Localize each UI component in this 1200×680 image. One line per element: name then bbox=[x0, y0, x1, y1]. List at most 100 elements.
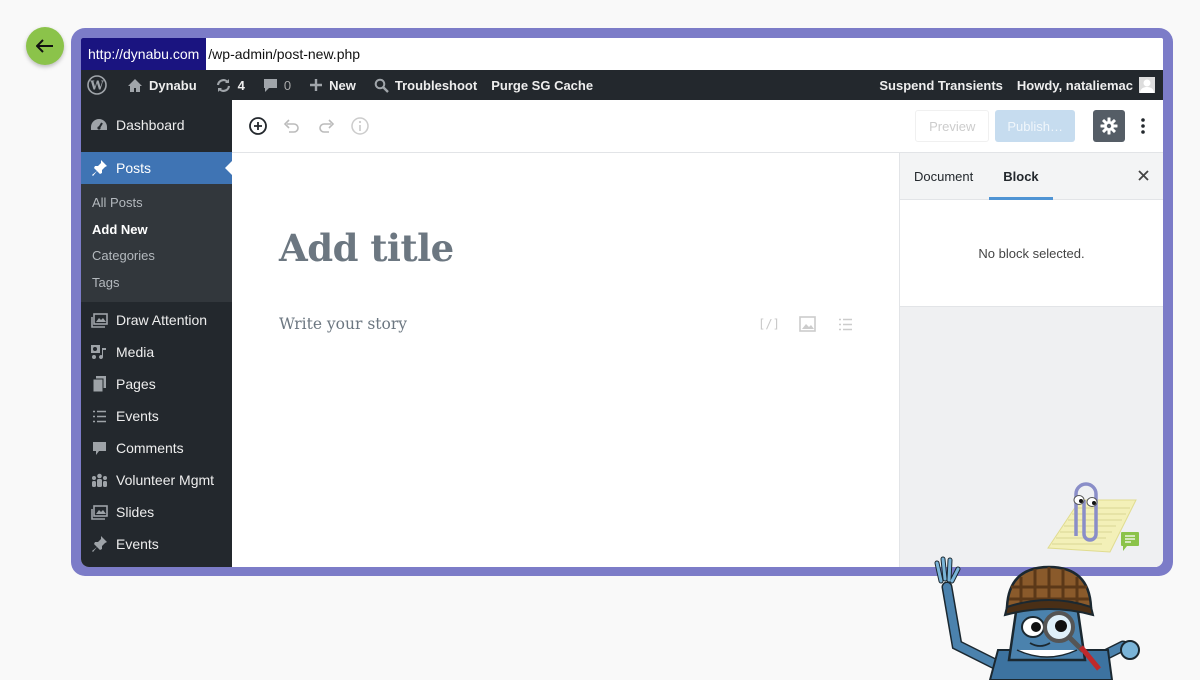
sidebar-item-media[interactable]: Media bbox=[81, 336, 232, 368]
close-sidebar-button[interactable] bbox=[1138, 166, 1149, 186]
tab-block[interactable]: Block bbox=[989, 153, 1053, 200]
sidebar-item-label: Comments bbox=[116, 440, 184, 456]
submenu-add-new[interactable]: Add New bbox=[81, 217, 232, 244]
wp-logo-menu[interactable]: W bbox=[81, 70, 114, 100]
editor-canvas: Add title Write your story [/] bbox=[232, 153, 899, 567]
publish-button[interactable]: Publish… bbox=[995, 110, 1075, 142]
sidebar-item-label: Pages bbox=[116, 376, 156, 392]
sidebar-item-label: Draw Attention bbox=[116, 312, 208, 328]
plus-icon bbox=[310, 79, 323, 91]
close-icon bbox=[1138, 170, 1149, 181]
block-editor: Preview Publish… Add title Write your st… bbox=[232, 100, 1163, 567]
sidebar-item-label: Slides bbox=[116, 504, 155, 520]
url-path: /wp-admin/post-new.php bbox=[208, 46, 361, 62]
back-button[interactable] bbox=[26, 27, 64, 65]
user-icon bbox=[1140, 79, 1154, 93]
troubleshoot-menu[interactable]: Troubleshoot bbox=[367, 70, 484, 100]
detective-robot-mascot-icon bbox=[934, 556, 1140, 680]
groups-icon bbox=[90, 473, 108, 488]
howdy-label: Howdy, nataliemac bbox=[1016, 77, 1133, 93]
submenu-all-posts[interactable]: All Posts bbox=[81, 190, 232, 217]
site-name: Dynabu bbox=[149, 77, 197, 93]
admin-bar: W Dynabu 4 0 New Troubleshoot Purge SG C… bbox=[81, 70, 1163, 100]
sidebar-item-posts[interactable]: Posts bbox=[81, 152, 232, 184]
more-vertical-icon bbox=[1141, 118, 1145, 134]
more-menu-button[interactable] bbox=[1131, 110, 1155, 142]
undo-button[interactable] bbox=[275, 109, 309, 143]
shortcode-icon: [/] bbox=[758, 317, 780, 331]
svg-text:W: W bbox=[89, 79, 104, 93]
pin-icon bbox=[90, 535, 108, 553]
redo-button[interactable] bbox=[309, 109, 343, 143]
site-name-menu[interactable]: Dynabu bbox=[120, 70, 204, 100]
no-block-message: No block selected. bbox=[978, 245, 1085, 261]
comment-icon bbox=[90, 441, 108, 456]
sidebar-item-comments[interactable]: Comments bbox=[81, 432, 232, 464]
posts-submenu: All Posts Add New Categories Tags bbox=[81, 184, 232, 302]
sidebar-item-events-2[interactable]: Events bbox=[81, 528, 232, 560]
images-icon bbox=[90, 312, 108, 328]
preview-button[interactable]: Preview bbox=[915, 110, 990, 142]
new-content-menu[interactable]: New bbox=[302, 70, 363, 100]
image-block-button[interactable] bbox=[795, 313, 819, 335]
media-icon bbox=[90, 344, 108, 360]
sidebar-item-dashboard[interactable]: Dashboard bbox=[81, 105, 232, 145]
post-title-input[interactable]: Add title bbox=[279, 226, 454, 270]
add-block-button[interactable] bbox=[241, 109, 275, 143]
url-bar[interactable]: http://dynabu.com /wp-admin/post-new.php bbox=[81, 38, 1163, 70]
sidebar-item-slides[interactable]: Slides bbox=[81, 496, 232, 528]
list-icon bbox=[90, 410, 108, 423]
sidebar-item-events[interactable]: Events bbox=[81, 400, 232, 432]
sidebar-item-label: Media bbox=[116, 344, 155, 360]
images-icon bbox=[90, 504, 108, 520]
shortcode-block-button[interactable]: [/] bbox=[757, 313, 781, 335]
avatar bbox=[1139, 77, 1155, 93]
search-icon bbox=[374, 78, 389, 93]
comments-count: 0 bbox=[283, 77, 292, 93]
image-icon bbox=[798, 316, 816, 332]
undo-icon bbox=[283, 119, 299, 133]
arrow-left-icon bbox=[36, 39, 53, 53]
submenu-categories[interactable]: Categories bbox=[81, 243, 232, 270]
block-inspector-empty: No block selected. bbox=[900, 200, 1163, 307]
purge-label: Purge SG Cache bbox=[491, 77, 594, 93]
pages-icon bbox=[90, 376, 108, 392]
updates-icon bbox=[216, 78, 230, 92]
redo-icon bbox=[319, 119, 335, 133]
sidebar-item-pages[interactable]: Pages bbox=[81, 368, 232, 400]
sidebar-item-volunteer-mgmt[interactable]: Volunteer Mgmt bbox=[81, 464, 232, 496]
home-icon bbox=[128, 78, 142, 92]
url-host: http://dynabu.com bbox=[81, 38, 207, 70]
updates-menu[interactable]: 4 bbox=[208, 70, 252, 100]
settings-button[interactable] bbox=[1093, 110, 1125, 142]
plus-circle-icon bbox=[249, 117, 267, 135]
purge-cache-menu[interactable]: Purge SG Cache bbox=[484, 70, 600, 100]
sidebar-item-label: Events bbox=[116, 408, 159, 424]
sidebar-item-label: Volunteer Mgmt bbox=[116, 472, 215, 488]
info-button[interactable] bbox=[343, 109, 377, 143]
new-label: New bbox=[329, 77, 356, 93]
comments-menu[interactable]: 0 bbox=[256, 70, 298, 100]
editor-toolbar: Preview Publish… bbox=[232, 100, 1163, 153]
admin-sidebar: Dashboard Posts All Posts Add New Catego… bbox=[81, 100, 232, 567]
troubleshoot-label: Troubleshoot bbox=[394, 77, 478, 93]
wordpress-icon: W bbox=[87, 75, 107, 95]
list-block-button[interactable] bbox=[833, 313, 857, 335]
suspend-label: Suspend Transients bbox=[879, 77, 1003, 93]
post-body-input[interactable]: Write your story bbox=[279, 315, 407, 333]
comment-icon bbox=[263, 78, 277, 92]
suspend-transients-menu[interactable]: Suspend Transients bbox=[872, 70, 1010, 100]
updates-count: 4 bbox=[237, 77, 245, 93]
account-menu[interactable]: Howdy, nataliemac bbox=[1010, 70, 1163, 100]
clippy-assistant-icon bbox=[1047, 482, 1139, 553]
sidebar-item-label: Events bbox=[116, 536, 159, 552]
gear-icon bbox=[1100, 117, 1118, 135]
browser-screen: http://dynabu.com /wp-admin/post-new.php… bbox=[81, 38, 1163, 567]
submenu-tags[interactable]: Tags bbox=[81, 270, 232, 297]
sidebar-item-draw-attention[interactable]: Draw Attention bbox=[81, 304, 232, 336]
sidebar-item-label: Posts bbox=[116, 160, 152, 176]
sidebar-item-label: Dashboard bbox=[116, 117, 185, 133]
tab-document[interactable]: Document bbox=[900, 153, 987, 200]
info-icon bbox=[351, 117, 369, 135]
sidebar-tabs: Document Block bbox=[900, 153, 1163, 200]
